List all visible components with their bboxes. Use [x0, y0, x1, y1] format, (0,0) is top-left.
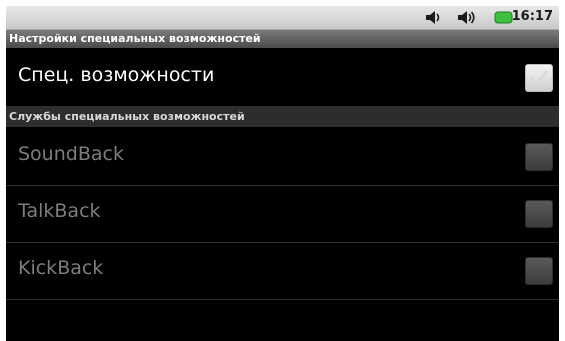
volume-icon: [458, 11, 475, 24]
title-bar: Настройки специальных возможностей: [6, 30, 559, 48]
service-label: TalkBack: [18, 200, 101, 222]
talkback-checkbox[interactable]: [525, 200, 553, 228]
page-title: Настройки специальных возможностей: [9, 32, 261, 45]
services-section-title: Службы специальных возможностей: [9, 110, 245, 123]
accessibility-toggle-label: Спец. возможности: [18, 64, 215, 86]
service-label: KickBack: [18, 257, 104, 279]
service-row-kickback[interactable]: KickBack: [6, 242, 559, 300]
status-time: 16:17: [511, 9, 553, 24]
service-row-soundback[interactable]: SoundBack: [6, 128, 559, 186]
service-label: SoundBack: [18, 143, 124, 165]
check-icon: [529, 70, 549, 87]
accessibility-settings-screen: 16:17 Настройки специальных возможностей…: [6, 6, 559, 341]
kickback-checkbox[interactable]: [525, 257, 553, 285]
volume-icon: [426, 11, 440, 24]
service-row-talkback[interactable]: TalkBack: [6, 185, 559, 243]
services-section-header: Службы специальных возможностей: [6, 107, 559, 127]
status-bar: 16:17: [6, 6, 559, 30]
accessibility-checkbox[interactable]: [525, 64, 553, 92]
soundback-checkbox[interactable]: [525, 143, 553, 171]
accessibility-toggle-row[interactable]: Спец. возможности: [6, 49, 559, 107]
